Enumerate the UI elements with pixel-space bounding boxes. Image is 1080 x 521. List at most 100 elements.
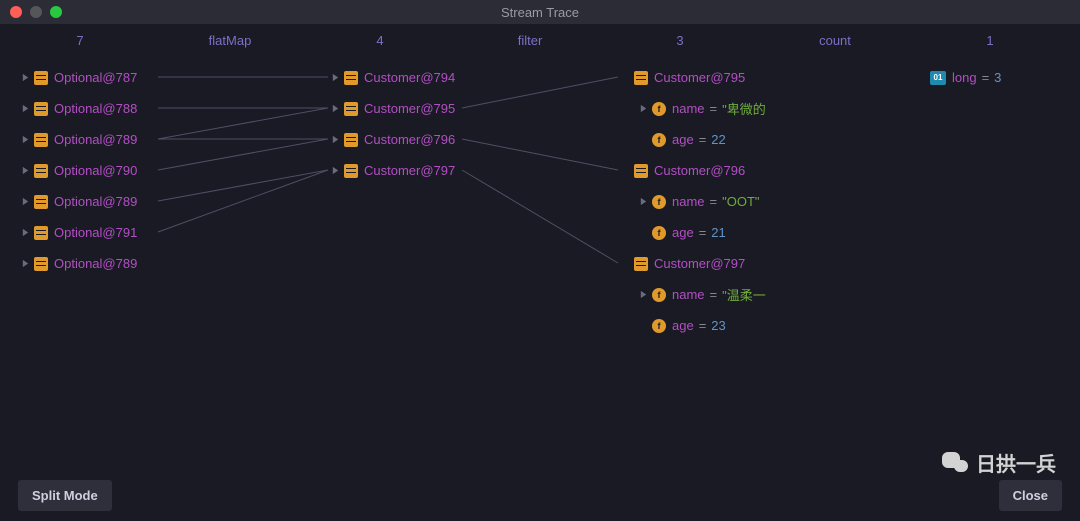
stream-column-2: Customer@795 f name = "卑微的 f age = 22 Cu…	[618, 62, 778, 341]
field-icon: f	[652, 288, 666, 302]
object-label: Customer@797	[364, 163, 455, 178]
split-mode-button[interactable]: Split Mode	[18, 480, 112, 511]
field-name: name	[672, 101, 705, 116]
object-label: Customer@794	[364, 70, 455, 85]
close-button[interactable]: Close	[999, 480, 1062, 511]
equals-sign: =	[699, 225, 707, 240]
result-value: 3	[994, 70, 1001, 85]
header-stage-flatmap: flatMap	[160, 28, 300, 54]
object-icon	[344, 102, 358, 116]
object-label: Customer@796	[654, 163, 745, 178]
object-icon	[634, 257, 648, 271]
field-row[interactable]: f name = "温柔一	[618, 279, 778, 310]
list-item[interactable]: Customer@797	[328, 155, 478, 186]
chevron-right-icon[interactable]	[18, 259, 32, 268]
list-item[interactable]: Optional@791	[18, 217, 168, 248]
chevron-right-icon[interactable]	[18, 104, 32, 113]
chevron-right-icon[interactable]	[328, 166, 342, 175]
object-icon	[34, 195, 48, 209]
header-stage-filter: filter	[460, 28, 600, 54]
object-icon	[34, 226, 48, 240]
list-item[interactable]: Customer@795	[618, 62, 778, 93]
field-icon: f	[652, 133, 666, 147]
footer: Split Mode Close	[0, 469, 1080, 521]
field-value: "OOT"	[722, 194, 759, 209]
chevron-right-icon[interactable]	[636, 290, 650, 299]
list-item[interactable]: Customer@795	[328, 93, 478, 124]
window-minimize-icon[interactable]	[30, 6, 42, 18]
header-stage-count: count	[760, 28, 910, 54]
result-row[interactable]: 01 long = 3	[930, 62, 1070, 93]
list-item[interactable]: Customer@794	[328, 62, 478, 93]
equals-sign: =	[710, 194, 718, 209]
chevron-right-icon[interactable]	[18, 228, 32, 237]
header-count-3: 1	[910, 28, 1070, 54]
equals-sign: =	[982, 70, 990, 85]
object-icon	[34, 71, 48, 85]
field-name: age	[672, 318, 694, 333]
list-item[interactable]: Customer@796	[618, 155, 778, 186]
object-icon	[344, 71, 358, 85]
chevron-right-icon[interactable]	[328, 135, 342, 144]
list-item[interactable]: Optional@789	[18, 124, 168, 155]
field-value: "温柔一	[722, 285, 766, 304]
stream-column-1: Customer@794 Customer@795 Customer@796 C…	[328, 62, 478, 186]
field-name: name	[672, 194, 705, 209]
chevron-right-icon[interactable]	[18, 197, 32, 206]
object-icon	[34, 133, 48, 147]
field-row[interactable]: f name = "卑微的	[618, 93, 778, 124]
field-value: 23	[711, 318, 725, 333]
chevron-right-icon[interactable]	[328, 73, 342, 82]
object-label: Optional@787	[54, 70, 137, 85]
field-row[interactable]: f age = 21	[618, 217, 778, 248]
list-item[interactable]: Customer@796	[328, 124, 478, 155]
chevron-right-icon[interactable]	[18, 135, 32, 144]
field-name: age	[672, 225, 694, 240]
field-value: "卑微的	[722, 99, 766, 118]
field-row[interactable]: f name = "OOT"	[618, 186, 778, 217]
object-label: Customer@797	[654, 256, 745, 271]
object-label: Customer@796	[364, 132, 455, 147]
field-icon: f	[652, 319, 666, 333]
equals-sign: =	[699, 318, 707, 333]
list-item[interactable]: Customer@797	[618, 248, 778, 279]
list-item[interactable]: Optional@789	[18, 248, 168, 279]
object-label: Optional@789	[54, 132, 137, 147]
object-label: Optional@788	[54, 101, 137, 116]
object-label: Optional@791	[54, 225, 137, 240]
header-count-1: 4	[300, 28, 460, 54]
stream-column-result: 01 long = 3	[930, 62, 1070, 93]
list-item[interactable]: Optional@790	[18, 155, 168, 186]
object-label: Optional@789	[54, 256, 137, 271]
chevron-right-icon[interactable]	[18, 166, 32, 175]
object-label: Customer@795	[654, 70, 745, 85]
field-name: name	[672, 287, 705, 302]
chevron-right-icon[interactable]	[636, 197, 650, 206]
titlebar: Stream Trace	[0, 0, 1080, 24]
chevron-right-icon[interactable]	[328, 104, 342, 113]
stream-column-0: Optional@787 Optional@788 Optional@789 O…	[18, 62, 168, 279]
equals-sign: =	[699, 132, 707, 147]
object-icon	[344, 133, 358, 147]
window-maximize-icon[interactable]	[50, 6, 62, 18]
field-icon: f	[652, 226, 666, 240]
object-label: Optional@790	[54, 163, 137, 178]
header-count-2: 3	[600, 28, 760, 54]
window-traffic-lights	[10, 6, 62, 18]
list-item[interactable]: Optional@788	[18, 93, 168, 124]
list-item[interactable]: Optional@787	[18, 62, 168, 93]
window-close-icon[interactable]	[10, 6, 22, 18]
chevron-right-icon[interactable]	[636, 104, 650, 113]
primitive-icon: 01	[930, 71, 946, 85]
field-row[interactable]: f age = 22	[618, 124, 778, 155]
stage-headers: 7 flatMap 4 filter 3 count 1	[0, 28, 1080, 54]
object-icon	[634, 71, 648, 85]
window-title: Stream Trace	[0, 5, 1080, 20]
equals-sign: =	[710, 101, 718, 116]
list-item[interactable]: Optional@789	[18, 186, 168, 217]
equals-sign: =	[710, 287, 718, 302]
object-label: Optional@789	[54, 194, 137, 209]
chevron-right-icon[interactable]	[18, 73, 32, 82]
field-name: age	[672, 132, 694, 147]
field-row[interactable]: f age = 23	[618, 310, 778, 341]
